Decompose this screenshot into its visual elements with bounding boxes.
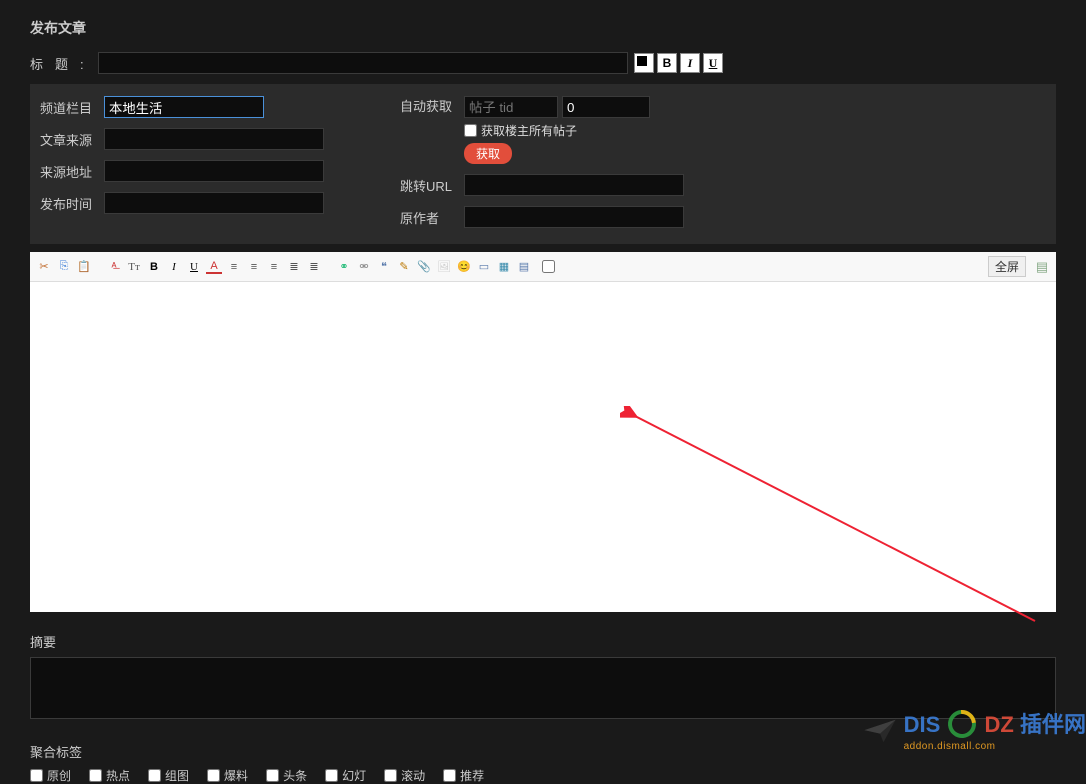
autofetch-label: 自动获取 xyxy=(400,96,464,115)
orderedlist-icon[interactable]: ≣ xyxy=(286,259,302,275)
tags-row: 原创 热点 组图 爆料 头条 幻灯 滚动 推荐 xyxy=(0,767,1086,784)
paste-icon[interactable]: 📋 xyxy=(76,259,92,275)
title-label: 标题 xyxy=(30,54,98,73)
tag-checkbox[interactable] xyxy=(443,769,456,782)
redirect-url-input[interactable] xyxy=(464,174,684,196)
link-icon[interactable]: ⚭ xyxy=(336,259,352,275)
fontcolor-icon[interactable]: A xyxy=(206,260,222,274)
pubtime-input[interactable] xyxy=(104,192,324,214)
tag-label: 滚动 xyxy=(401,767,425,784)
tag-item[interactable]: 头条 xyxy=(266,767,307,784)
source-icon[interactable]: ▤ xyxy=(1034,259,1050,275)
media-icon[interactable]: ▭ xyxy=(476,259,492,275)
title-row: 标题 B I U xyxy=(0,52,1086,84)
page-title: 发布文章 xyxy=(0,0,1086,52)
tag-label: 推荐 xyxy=(460,767,484,784)
aligncenter-icon[interactable]: ≡ xyxy=(246,259,262,275)
unorderedlist-icon[interactable]: ≣ xyxy=(306,259,322,275)
fetch-button[interactable]: 获取 xyxy=(464,143,512,164)
alignleft-icon[interactable]: ≡ xyxy=(226,259,242,275)
watermark-url: addon.dismall.com xyxy=(904,742,1086,752)
source-url-input[interactable] xyxy=(104,160,324,182)
removeformat-icon[interactable]: ᴬ̶ xyxy=(106,259,122,275)
tag-item[interactable]: 热点 xyxy=(89,767,130,784)
bold-icon[interactable]: B xyxy=(146,259,162,275)
bgcolor-button[interactable] xyxy=(634,53,654,73)
author-label: 原作者 xyxy=(400,208,464,227)
tag-item[interactable]: 推荐 xyxy=(443,767,484,784)
fetch-all-label: 获取楼主所有帖子 xyxy=(481,122,577,139)
meta-panel: 频道栏目 文章来源 来源地址 发布时间 自动获取 xyxy=(30,84,1056,244)
tag-checkbox[interactable] xyxy=(148,769,161,782)
title-input[interactable] xyxy=(98,52,628,74)
code-icon[interactable]: ✎ xyxy=(396,259,412,275)
editor-toolbar: ✂ ⎘ 📋 ᴬ̶ Tт B I U A ≡ ≡ ≡ ≣ ≣ ⚭ ⚮ ❝ ✎ 📎 … xyxy=(30,252,1056,282)
underline-button[interactable]: U xyxy=(703,53,723,73)
tag-label: 热点 xyxy=(106,767,130,784)
tag-label: 爆料 xyxy=(224,767,248,784)
watermark: DIS DZ 插伴网 addon.dismall.com xyxy=(862,710,1086,752)
tag-checkbox[interactable] xyxy=(325,769,338,782)
editor: ✂ ⎘ 📋 ᴬ̶ Tт B I U A ≡ ≡ ≡ ≣ ≣ ⚭ ⚮ ❝ ✎ 📎 … xyxy=(30,252,1056,612)
title-format-buttons: B I U xyxy=(634,53,723,73)
paperplane-icon xyxy=(862,718,898,744)
quote-icon[interactable]: ❝ xyxy=(376,259,392,275)
tag-checkbox[interactable] xyxy=(266,769,279,782)
attach-icon[interactable]: 📎 xyxy=(416,259,432,275)
fetch-all-checkbox[interactable] xyxy=(464,124,477,137)
toolbar-end-checkbox[interactable] xyxy=(542,260,555,273)
tag-label: 头条 xyxy=(283,767,307,784)
author-input[interactable] xyxy=(464,206,684,228)
num-input[interactable] xyxy=(562,96,650,118)
tag-item[interactable]: 滚动 xyxy=(384,767,425,784)
tag-checkbox[interactable] xyxy=(89,769,102,782)
pubtime-label: 发布时间 xyxy=(40,194,104,213)
tag-item[interactable]: 幻灯 xyxy=(325,767,366,784)
source-input[interactable] xyxy=(104,128,324,150)
italic-icon[interactable]: I xyxy=(166,259,182,275)
redirect-url-label: 跳转URL xyxy=(400,176,464,195)
source-url-label: 来源地址 xyxy=(40,162,104,181)
watermark-brand: DIS DZ 插伴网 xyxy=(904,710,1086,742)
emoji-icon[interactable]: 😊 xyxy=(456,259,472,275)
tag-label: 组图 xyxy=(165,767,189,784)
editor-body[interactable] xyxy=(30,282,1056,612)
tag-item[interactable]: 原创 xyxy=(30,767,71,784)
tag-label: 幻灯 xyxy=(342,767,366,784)
page-icon[interactable]: ▤ xyxy=(516,259,532,275)
tid-input[interactable] xyxy=(464,96,558,118)
bold-button[interactable]: B xyxy=(657,53,677,73)
tag-checkbox[interactable] xyxy=(30,769,43,782)
underline-icon[interactable]: U xyxy=(186,259,202,275)
unlink-icon[interactable]: ⚮ xyxy=(356,259,372,275)
fontname-icon[interactable]: Tт xyxy=(126,259,142,275)
alignright-icon[interactable]: ≡ xyxy=(266,259,282,275)
channel-input[interactable] xyxy=(104,96,264,118)
italic-button[interactable]: I xyxy=(680,53,700,73)
tag-item[interactable]: 组图 xyxy=(148,767,189,784)
abstract-label: 摘要 xyxy=(0,612,1086,657)
source-label: 文章来源 xyxy=(40,130,104,149)
tag-checkbox[interactable] xyxy=(207,769,220,782)
image-icon[interactable]: 🖼 xyxy=(436,259,452,275)
table-icon[interactable]: ▦ xyxy=(496,259,512,275)
tag-label: 原创 xyxy=(47,767,71,784)
tag-checkbox[interactable] xyxy=(384,769,397,782)
copy-icon[interactable]: ⎘ xyxy=(56,259,72,275)
fetch-all-row[interactable]: 获取楼主所有帖子 xyxy=(464,122,577,139)
fullscreen-button[interactable]: 全屏 xyxy=(988,256,1026,277)
tag-item[interactable]: 爆料 xyxy=(207,767,248,784)
channel-label: 频道栏目 xyxy=(40,98,104,117)
cut-icon[interactable]: ✂ xyxy=(36,259,52,275)
